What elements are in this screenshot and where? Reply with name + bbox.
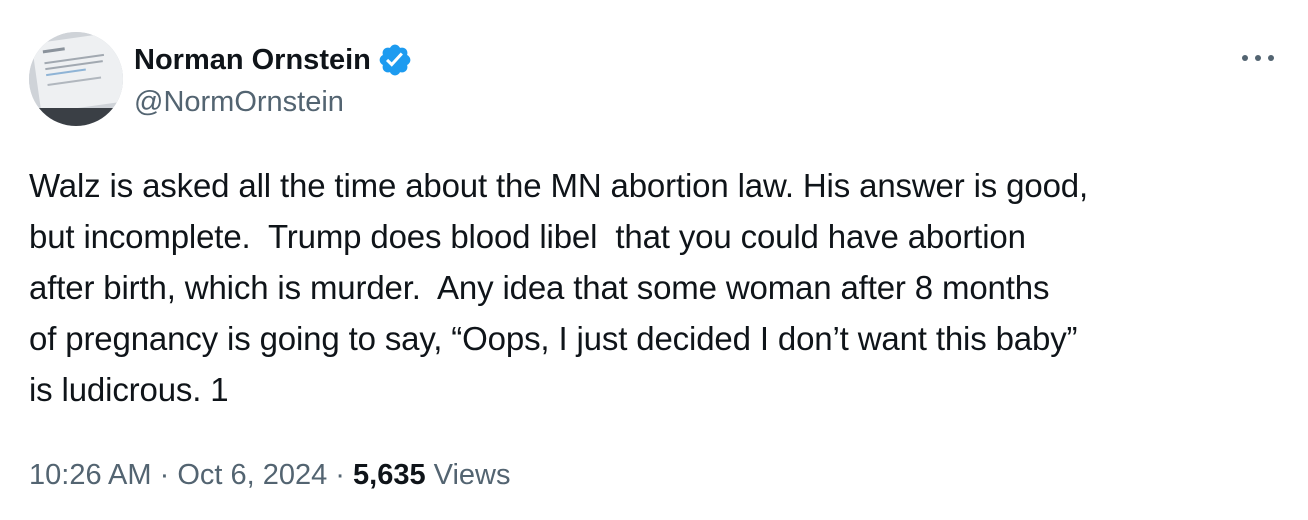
more-dots-icon: [1242, 55, 1274, 61]
tweet-card: Norman Ornstein @NormOrnstein Walz is as…: [0, 0, 1308, 520]
tweet-date[interactable]: Oct 6, 2024: [177, 459, 327, 491]
tweet-meta: 10:26 AM · Oct 6, 2024 · 5,635 Views: [29, 456, 511, 494]
meta-separator: ·: [327, 459, 354, 491]
more-options-button[interactable]: [1238, 42, 1278, 74]
avatar[interactable]: [29, 32, 123, 126]
meta-separator: ·: [151, 459, 178, 491]
author-handle[interactable]: @NormOrnstein: [134, 84, 344, 120]
verified-badge-icon: [379, 44, 411, 76]
views-label: Views: [425, 459, 511, 491]
views-count: 5,635: [353, 459, 426, 491]
avatar-image: [29, 32, 123, 126]
tweet-text: Walz is asked all the time about the MN …: [29, 167, 1088, 408]
tweet-time[interactable]: 10:26 AM: [29, 459, 152, 491]
display-name[interactable]: Norman Ornstein: [134, 42, 371, 78]
author-name-row: Norman Ornstein: [134, 40, 413, 80]
